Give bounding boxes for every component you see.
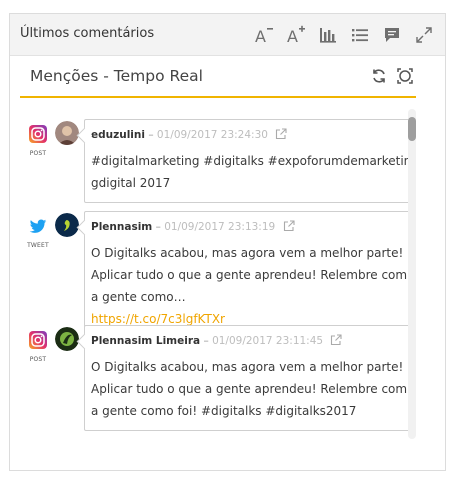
mention-card: Plennasim Limeira – 01/09/2017 23:11:45 … [84, 325, 416, 431]
external-link-icon[interactable] [330, 334, 342, 350]
comments-widget: Últimos comentários A A Menções - Tempo … [9, 13, 446, 471]
font-decrease-icon[interactable]: A [251, 22, 277, 48]
post-meta: eduzulini – 01/09/2017 23:24:30 [91, 128, 415, 144]
meta-separator: – [203, 335, 209, 347]
meta-separator: – [148, 129, 154, 141]
author-name[interactable]: Plennasim Limeira [91, 335, 200, 347]
post-meta: Plennasim – 01/09/2017 23:13:19 [91, 220, 415, 236]
avatar [55, 327, 79, 351]
external-link-icon[interactable] [275, 128, 287, 144]
comment-icon[interactable] [379, 22, 405, 48]
post-text: O Digitalks acabou, mas agora vem a melh… [91, 360, 408, 418]
mention-card: eduzulini – 01/09/2017 23:24:30 #digital… [84, 119, 416, 203]
bar-chart-icon[interactable] [315, 22, 341, 48]
list-icon[interactable] [347, 22, 373, 48]
post-date: 01/09/2017 23:24:30 [156, 129, 268, 141]
twitter-icon [29, 219, 47, 233]
refresh-icon[interactable] [370, 67, 388, 85]
panel-title: Menções - Tempo Real [30, 67, 203, 85]
mentions-feed[interactable]: POST eduzulini – 01/09/2017 23:24:30 #di… [20, 109, 416, 439]
author-name[interactable]: eduzulini [91, 129, 145, 141]
network-label: TWEET [27, 242, 49, 249]
network-badge: TWEET [26, 217, 50, 249]
panel-header: Menções - Tempo Real [20, 64, 416, 98]
network-label: POST [29, 150, 47, 157]
avatar [55, 121, 79, 145]
widget-header: Últimos comentários A A [10, 14, 445, 56]
network-label: POST [29, 356, 47, 363]
scrollbar-thumb[interactable] [408, 117, 416, 141]
svg-text:A: A [255, 27, 266, 45]
instagram-icon [29, 125, 47, 143]
post-date: 01/09/2017 23:11:45 [212, 335, 324, 347]
instagram-icon [29, 331, 47, 349]
post-text: #digitalmarketing #digitalks #expoforumd… [91, 154, 412, 190]
fullscreen-icon[interactable] [396, 67, 414, 85]
widget-title: Últimos comentários [20, 26, 155, 41]
network-badge: POST [26, 125, 50, 157]
external-link-icon[interactable] [283, 220, 295, 236]
panel-toolbar [370, 67, 414, 85]
meta-separator: – [155, 221, 161, 233]
mention-card: Plennasim – 01/09/2017 23:13:19 O Digita… [84, 211, 416, 339]
feed-scrollbar[interactable] [408, 109, 416, 439]
post-meta: Plennasim Limeira – 01/09/2017 23:11:45 [91, 334, 415, 350]
post-text: O Digitalks acabou, mas agora vem a melh… [91, 246, 408, 304]
avatar [55, 213, 79, 237]
network-badge: POST [26, 331, 50, 363]
font-increase-icon[interactable]: A [283, 22, 309, 48]
svg-text:A: A [287, 27, 298, 45]
post-date: 01/09/2017 23:13:19 [164, 221, 276, 233]
expand-icon[interactable] [411, 22, 437, 48]
widget-toolbar: A A [251, 22, 437, 48]
author-name[interactable]: Plennasim [91, 221, 152, 233]
